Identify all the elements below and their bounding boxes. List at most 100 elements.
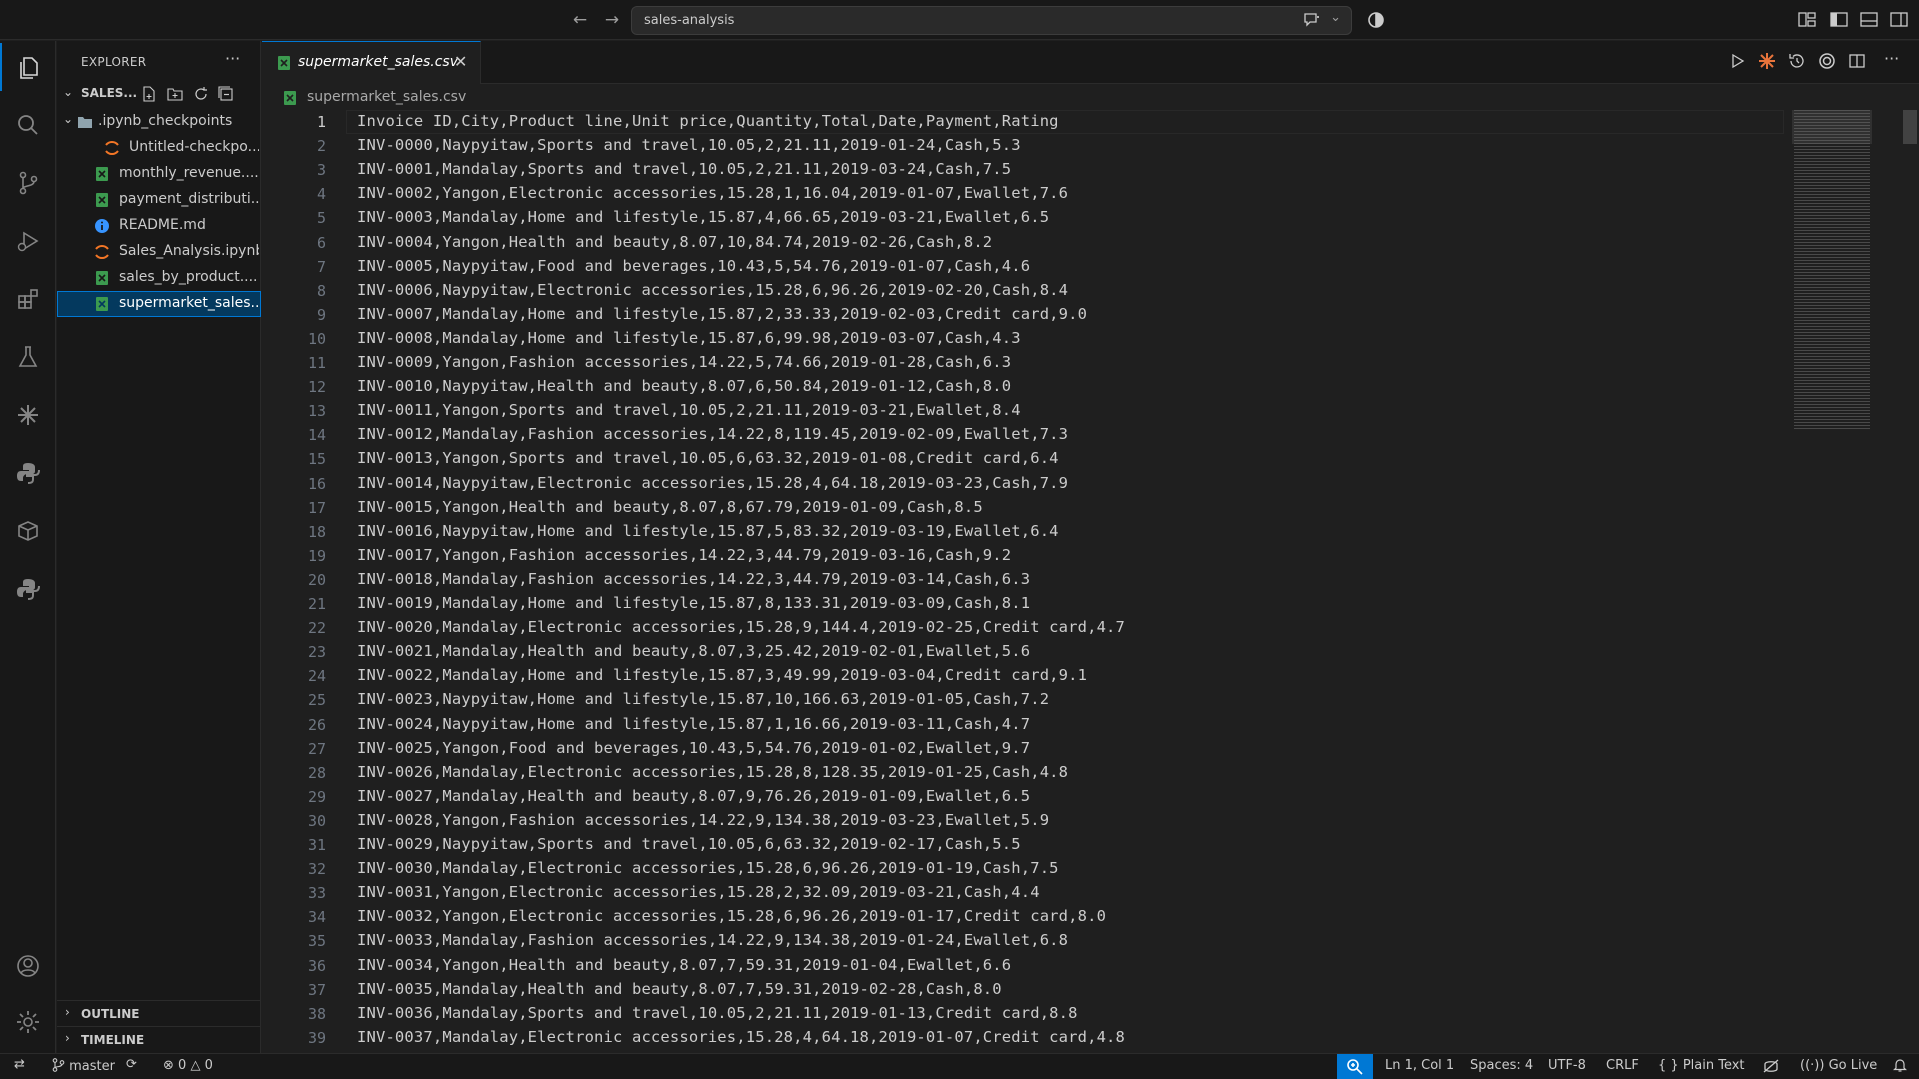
code-line[interactable]: 11 INV-0009,Yangon,Fashion accessories,14… [262,351,1782,375]
tree-item-file[interactable]: Sales_Analysis.ipynb [57,239,261,265]
language-mode[interactable]: { } Plain Text [1658,1058,1745,1073]
run-icon[interactable] [1728,52,1746,70]
scrollbar-thumb[interactable] [1903,110,1917,144]
copilot-icon[interactable] [1366,10,1386,30]
tree-item-file[interactable]: payment_distributi... [57,187,261,213]
code-line[interactable]: 28 INV-0026,Mandalay,Electronic accessori… [262,761,1782,785]
chevron-right-icon[interactable]: › [65,1031,70,1045]
code-line[interactable]: 7 INV-0005,Naypyitaw,Food and beverages,1… [262,255,1782,279]
account-icon[interactable] [0,942,56,990]
tree-item-file-selected[interactable]: supermarket_sales.... [57,291,261,317]
cursor-position[interactable]: Ln 1, Col 1 [1385,1058,1454,1073]
chevron-down-icon[interactable]: ⌄ [63,112,73,126]
arrow-right-icon[interactable]: → [602,10,622,30]
problems-status[interactable]: ⊗ 0 △ 0 [163,1058,213,1073]
workspace-folder-header[interactable]: ⌄ SALES... [57,83,261,105]
timeline-section[interactable]: › TIMELINE [57,1026,261,1052]
vertical-scrollbar[interactable] [1903,110,1917,1053]
tree-item-folder[interactable]: ⌄ .ipynb_checkpoints [57,109,261,135]
python-icon[interactable] [0,449,56,497]
code-line[interactable]: 27 INV-0025,Yangon,Food and beverages,10.… [262,737,1782,761]
code-line[interactable]: 15 INV-0013,Yangon,Sports and travel,10.0… [262,447,1782,471]
more-actions-icon[interactable]: ··· [1884,49,1899,68]
code-line[interactable]: 38 INV-0036,Mandalay,Sports and travel,10… [262,1002,1782,1026]
code-line[interactable]: 30 INV-0028,Yangon,Fashion accessories,14… [262,809,1782,833]
tree-item-file[interactable]: sales_by_product.... [57,265,261,291]
code-editor[interactable]: 1 Invoice ID,City,Product line,Unit price… [262,110,1919,1053]
line-ending[interactable]: CRLF [1606,1058,1639,1073]
code-line[interactable]: 22 INV-0020,Mandalay,Electronic accessori… [262,616,1782,640]
code-line[interactable]: 8 INV-0006,Naypyitaw,Electronic accessori… [262,279,1782,303]
code-line[interactable]: 16 INV-0014,Naypyitaw,Electronic accessor… [262,472,1782,496]
new-file-icon[interactable] [141,86,157,102]
code-line[interactable]: 23 INV-0021,Mandalay,Health and beauty,8.… [262,640,1782,664]
code-line[interactable]: 2 INV-0000,Naypyitaw,Sports and travel,10… [262,134,1782,158]
toggle-primary-sidebar-icon[interactable] [1830,11,1848,28]
remote-icon[interactable]: ⇄ [14,1057,25,1072]
code-line[interactable]: 10 INV-0008,Mandalay,Home and lifestyle,1… [262,327,1782,351]
code-line[interactable]: 6 INV-0004,Yangon,Health and beauty,8.07,… [262,231,1782,255]
command-center-search[interactable]: sales-analysis ⌄ [631,6,1352,35]
split-editor-icon[interactable] [1848,52,1866,70]
code-line[interactable]: 4 INV-0002,Yangon,Electronic accessories,… [262,182,1782,206]
container-icon[interactable] [0,507,56,555]
code-line[interactable]: 17 INV-0015,Yangon,Health and beauty,8.07… [262,496,1782,520]
minimap[interactable] [1792,110,1872,1053]
toggle-panel-icon[interactable] [1860,11,1878,28]
chevron-down-icon[interactable]: ⌄ [1330,10,1341,25]
toggle-secondary-sidebar-icon[interactable] [1890,11,1908,28]
code-line[interactable]: 19 INV-0017,Yangon,Fashion accessories,14… [262,544,1782,568]
more-actions-icon[interactable]: ··· [225,49,240,68]
branch-status[interactable]: master [52,1058,115,1074]
close-icon[interactable]: ✕ [454,52,467,71]
code-line[interactable]: 24 INV-0022,Mandalay,Home and lifestyle,1… [262,664,1782,688]
code-line[interactable]: 26 INV-0024,Naypyitaw,Home and lifestyle,… [262,713,1782,737]
source-control-icon[interactable] [0,159,56,207]
code-line[interactable]: 1 Invoice ID,City,Product line,Unit price… [262,110,1784,134]
code-line[interactable]: 31 INV-0029,Naypyitaw,Sports and travel,1… [262,833,1782,857]
sync-icon[interactable]: ⟳ [126,1057,137,1072]
code-line[interactable]: 12 INV-0010,Naypyitaw,Health and beauty,8… [262,375,1782,399]
code-line[interactable]: 9 INV-0007,Mandalay,Home and lifestyle,15… [262,303,1782,327]
arrow-left-icon[interactable]: ← [570,10,590,30]
tree-item-file[interactable]: README.md [57,213,261,239]
search-icon[interactable] [0,101,56,149]
code-line[interactable]: 5 INV-0003,Mandalay,Home and lifestyle,15… [262,206,1782,230]
gear-icon[interactable] [0,998,56,1046]
tree-item-file[interactable]: Untitled-checkpo... [57,135,261,161]
claude-icon[interactable] [1758,52,1776,70]
bell-icon[interactable] [1892,1057,1908,1077]
collapse-all-icon[interactable] [218,86,234,102]
code-line[interactable]: 21 INV-0019,Mandalay,Home and lifestyle,1… [262,592,1782,616]
openai-icon[interactable] [1818,52,1836,70]
minimap-viewport[interactable] [1792,110,1872,144]
tree-item-file[interactable]: monthly_revenue.... [57,161,261,187]
code-line[interactable]: 29 INV-0027,Mandalay,Health and beauty,8.… [262,785,1782,809]
chat-icon[interactable] [1303,12,1321,28]
history-icon[interactable] [1788,52,1806,70]
code-line[interactable]: 32 INV-0030,Mandalay,Electronic accessori… [262,857,1782,881]
outline-section[interactable]: › OUTLINE [57,1000,261,1026]
encoding[interactable]: UTF-8 [1548,1058,1586,1073]
editor-tab[interactable]: supermarket_sales.csv ✕ [262,41,481,84]
code-line[interactable]: 13 INV-0011,Yangon,Sports and travel,10.0… [262,399,1782,423]
copilot-status-icon[interactable] [1762,1058,1780,1078]
code-line[interactable]: 35 INV-0033,Mandalay,Fashion accessories,… [262,929,1782,953]
claude-icon[interactable] [0,391,56,439]
zoom-indicator[interactable] [1337,1054,1373,1079]
code-line[interactable]: 20 INV-0018,Mandalay,Fashion accessories,… [262,568,1782,592]
chevron-down-icon[interactable]: ⌄ [63,85,73,99]
code-line[interactable]: 14 INV-0012,Mandalay,Fashion accessories,… [262,423,1782,447]
code-line[interactable]: 18 INV-0016,Naypyitaw,Home and lifestyle,… [262,520,1782,544]
run-debug-icon[interactable] [0,217,56,265]
chevron-right-icon[interactable]: › [65,1005,70,1019]
explorer-icon[interactable] [0,43,56,91]
refresh-icon[interactable] [193,86,209,102]
code-line[interactable]: 39 INV-0037,Mandalay,Electronic accessori… [262,1026,1782,1050]
extensions-icon[interactable] [0,275,56,323]
code-line[interactable]: 37 INV-0035,Mandalay,Health and beauty,8.… [262,978,1782,1002]
customize-layout-icon[interactable] [1798,11,1816,28]
go-live-button[interactable]: ((·)) Go Live [1800,1058,1877,1073]
testing-icon[interactable] [0,333,56,381]
code-line[interactable]: 3 INV-0001,Mandalay,Sports and travel,10.… [262,158,1782,182]
